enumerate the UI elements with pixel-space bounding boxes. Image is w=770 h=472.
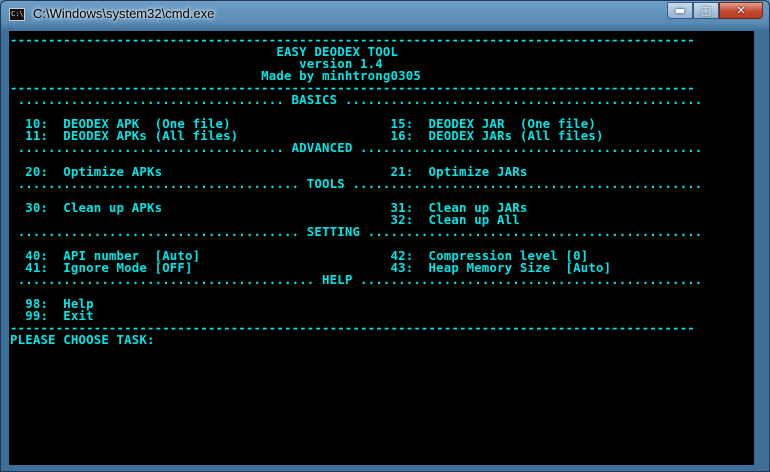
cmd-app-icon[interactable]: C:\ — [9, 8, 25, 21]
console-line: ..................................... TO… — [10, 176, 703, 191]
minimize-button[interactable]: ▬ — [667, 2, 693, 19]
maximize-button[interactable]: □ — [693, 2, 719, 19]
cmd-window: C:\ C:\Windows\system32\cmd.exe ▬ □ ✕ --… — [0, 0, 770, 472]
window-title: C:\Windows\system32\cmd.exe — [33, 6, 215, 21]
console-line: ..................................... SE… — [10, 224, 703, 239]
console-scrollbar-area — [754, 31, 763, 465]
maximize-icon: □ — [700, 4, 712, 17]
title-bar[interactable]: C:\ C:\Windows\system32\cmd.exe ▬ □ ✕ — [1, 1, 769, 29]
close-icon: ✕ — [736, 4, 746, 17]
console-output[interactable]: ----------------------------------------… — [9, 31, 754, 465]
window-controls: ▬ □ ✕ — [667, 2, 763, 19]
console-line: ................................... ADVA… — [10, 140, 703, 155]
console-prompt: PLEASE CHOOSE TASK: — [10, 332, 155, 347]
close-button[interactable]: ✕ — [719, 2, 763, 19]
minimize-icon: ▬ — [674, 4, 686, 17]
console-line: ....................................... … — [10, 272, 703, 287]
console-line: ................................... BASI… — [10, 92, 703, 107]
